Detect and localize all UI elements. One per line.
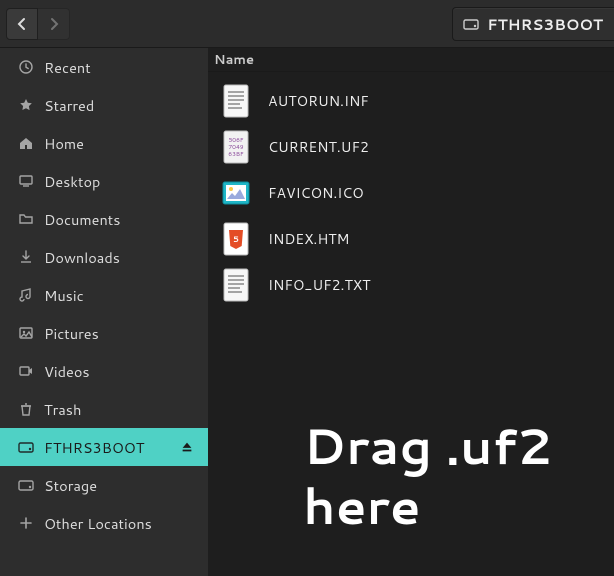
desktop-icon: [18, 173, 34, 189]
file-row[interactable]: FAVICON.ICO: [208, 170, 614, 216]
sidebar-item-documents[interactable]: Documents: [0, 200, 208, 238]
chevron-right-icon: [46, 16, 62, 32]
binary-file-icon: [222, 130, 250, 164]
ico-file-icon: [222, 176, 250, 210]
drag-hint-line2: here: [303, 476, 552, 536]
file-name: AUTORUN.INF: [268, 91, 369, 111]
sidebar-item-recent[interactable]: Recent: [0, 48, 208, 86]
drive-icon: [18, 439, 34, 455]
sidebar-item-label: Downloads: [44, 247, 120, 268]
sidebar-item-label: FTHRS3BOOT: [44, 437, 144, 458]
chevron-left-icon: [14, 16, 30, 32]
file-name: CURRENT.UF2: [268, 137, 369, 157]
trash-icon: [18, 401, 34, 417]
sidebar-item-label: Videos: [44, 361, 90, 382]
sidebar-item-music[interactable]: Music: [0, 276, 208, 314]
pictures-icon: [18, 325, 34, 341]
sidebar-item-trash[interactable]: Trash: [0, 390, 208, 428]
home-icon: [18, 135, 34, 151]
file-name: FAVICON.ICO: [268, 183, 364, 203]
text-file-icon: [222, 268, 250, 302]
file-name: INDEX.HTM: [268, 229, 349, 249]
sidebar-item-label: Trash: [44, 399, 81, 420]
path-bar[interactable]: FTHRS3BOOT: [452, 7, 614, 41]
sidebar-item-downloads[interactable]: Downloads: [0, 238, 208, 276]
html-file-icon: [222, 222, 250, 256]
toolbar: FTHRS3BOOT: [0, 0, 614, 48]
sidebar-item-storage[interactable]: Storage: [0, 466, 208, 504]
drag-hint: Drag .uf2 here: [303, 416, 552, 536]
sidebar-item-label: Music: [44, 285, 84, 306]
nav-back-button[interactable]: [6, 8, 38, 40]
text-file-icon: [222, 84, 250, 118]
drag-hint-line1: Drag .uf2: [303, 416, 552, 476]
sidebar-item-label: Starred: [44, 95, 94, 116]
file-list: AUTORUN.INF CURRENT.UF2 FAVICON.ICO INDEX.H…: [208, 72, 614, 314]
folder-icon: [18, 211, 34, 227]
videos-icon: [18, 363, 34, 379]
file-row[interactable]: CURRENT.UF2: [208, 124, 614, 170]
file-row[interactable]: INFO_UF2.TXT: [208, 262, 614, 308]
sidebar-item-label: Documents: [44, 209, 120, 230]
sidebar-item-label: Desktop: [44, 171, 100, 192]
sidebar-item-pictures[interactable]: Pictures: [0, 314, 208, 352]
sidebar-item-label: Home: [44, 133, 84, 154]
nav-forward-button[interactable]: [38, 8, 70, 40]
main: Recent Starred Home Desktop Documents Downloa…: [0, 48, 614, 576]
sidebar-item-other-locations[interactable]: Other Locations: [0, 504, 208, 542]
drive-icon: [18, 477, 34, 493]
star-icon: [18, 97, 34, 113]
sidebar-item-label: Recent: [44, 57, 91, 78]
sidebar-item-fthrs3boot[interactable]: FTHRS3BOOT: [0, 428, 208, 466]
sidebar-item-videos[interactable]: Videos: [0, 352, 208, 390]
plus-icon: [18, 515, 34, 531]
sidebar-item-desktop[interactable]: Desktop: [0, 162, 208, 200]
download-icon: [18, 249, 34, 265]
drive-icon: [463, 16, 479, 32]
sidebar-item-starred[interactable]: Starred: [0, 86, 208, 124]
sidebar-item-label: Storage: [44, 475, 97, 496]
file-name: INFO_UF2.TXT: [268, 275, 370, 295]
content-area: Name AUTORUN.INF CURRENT.UF2 FAVICON.ICO IN…: [208, 48, 614, 576]
file-row[interactable]: INDEX.HTM: [208, 216, 614, 262]
clock-icon: [18, 59, 34, 75]
file-row[interactable]: AUTORUN.INF: [208, 78, 614, 124]
music-icon: [18, 287, 34, 303]
sidebar-item-label: Other Locations: [44, 513, 152, 534]
sidebar-item-home[interactable]: Home: [0, 124, 208, 162]
path-current: FTHRS3BOOT: [487, 14, 603, 35]
column-header-name[interactable]: Name: [208, 48, 614, 72]
sidebar: Recent Starred Home Desktop Documents Downloa…: [0, 48, 208, 576]
sidebar-item-label: Pictures: [44, 323, 99, 344]
eject-icon[interactable]: [180, 440, 194, 454]
column-header-label: Name: [214, 51, 254, 69]
